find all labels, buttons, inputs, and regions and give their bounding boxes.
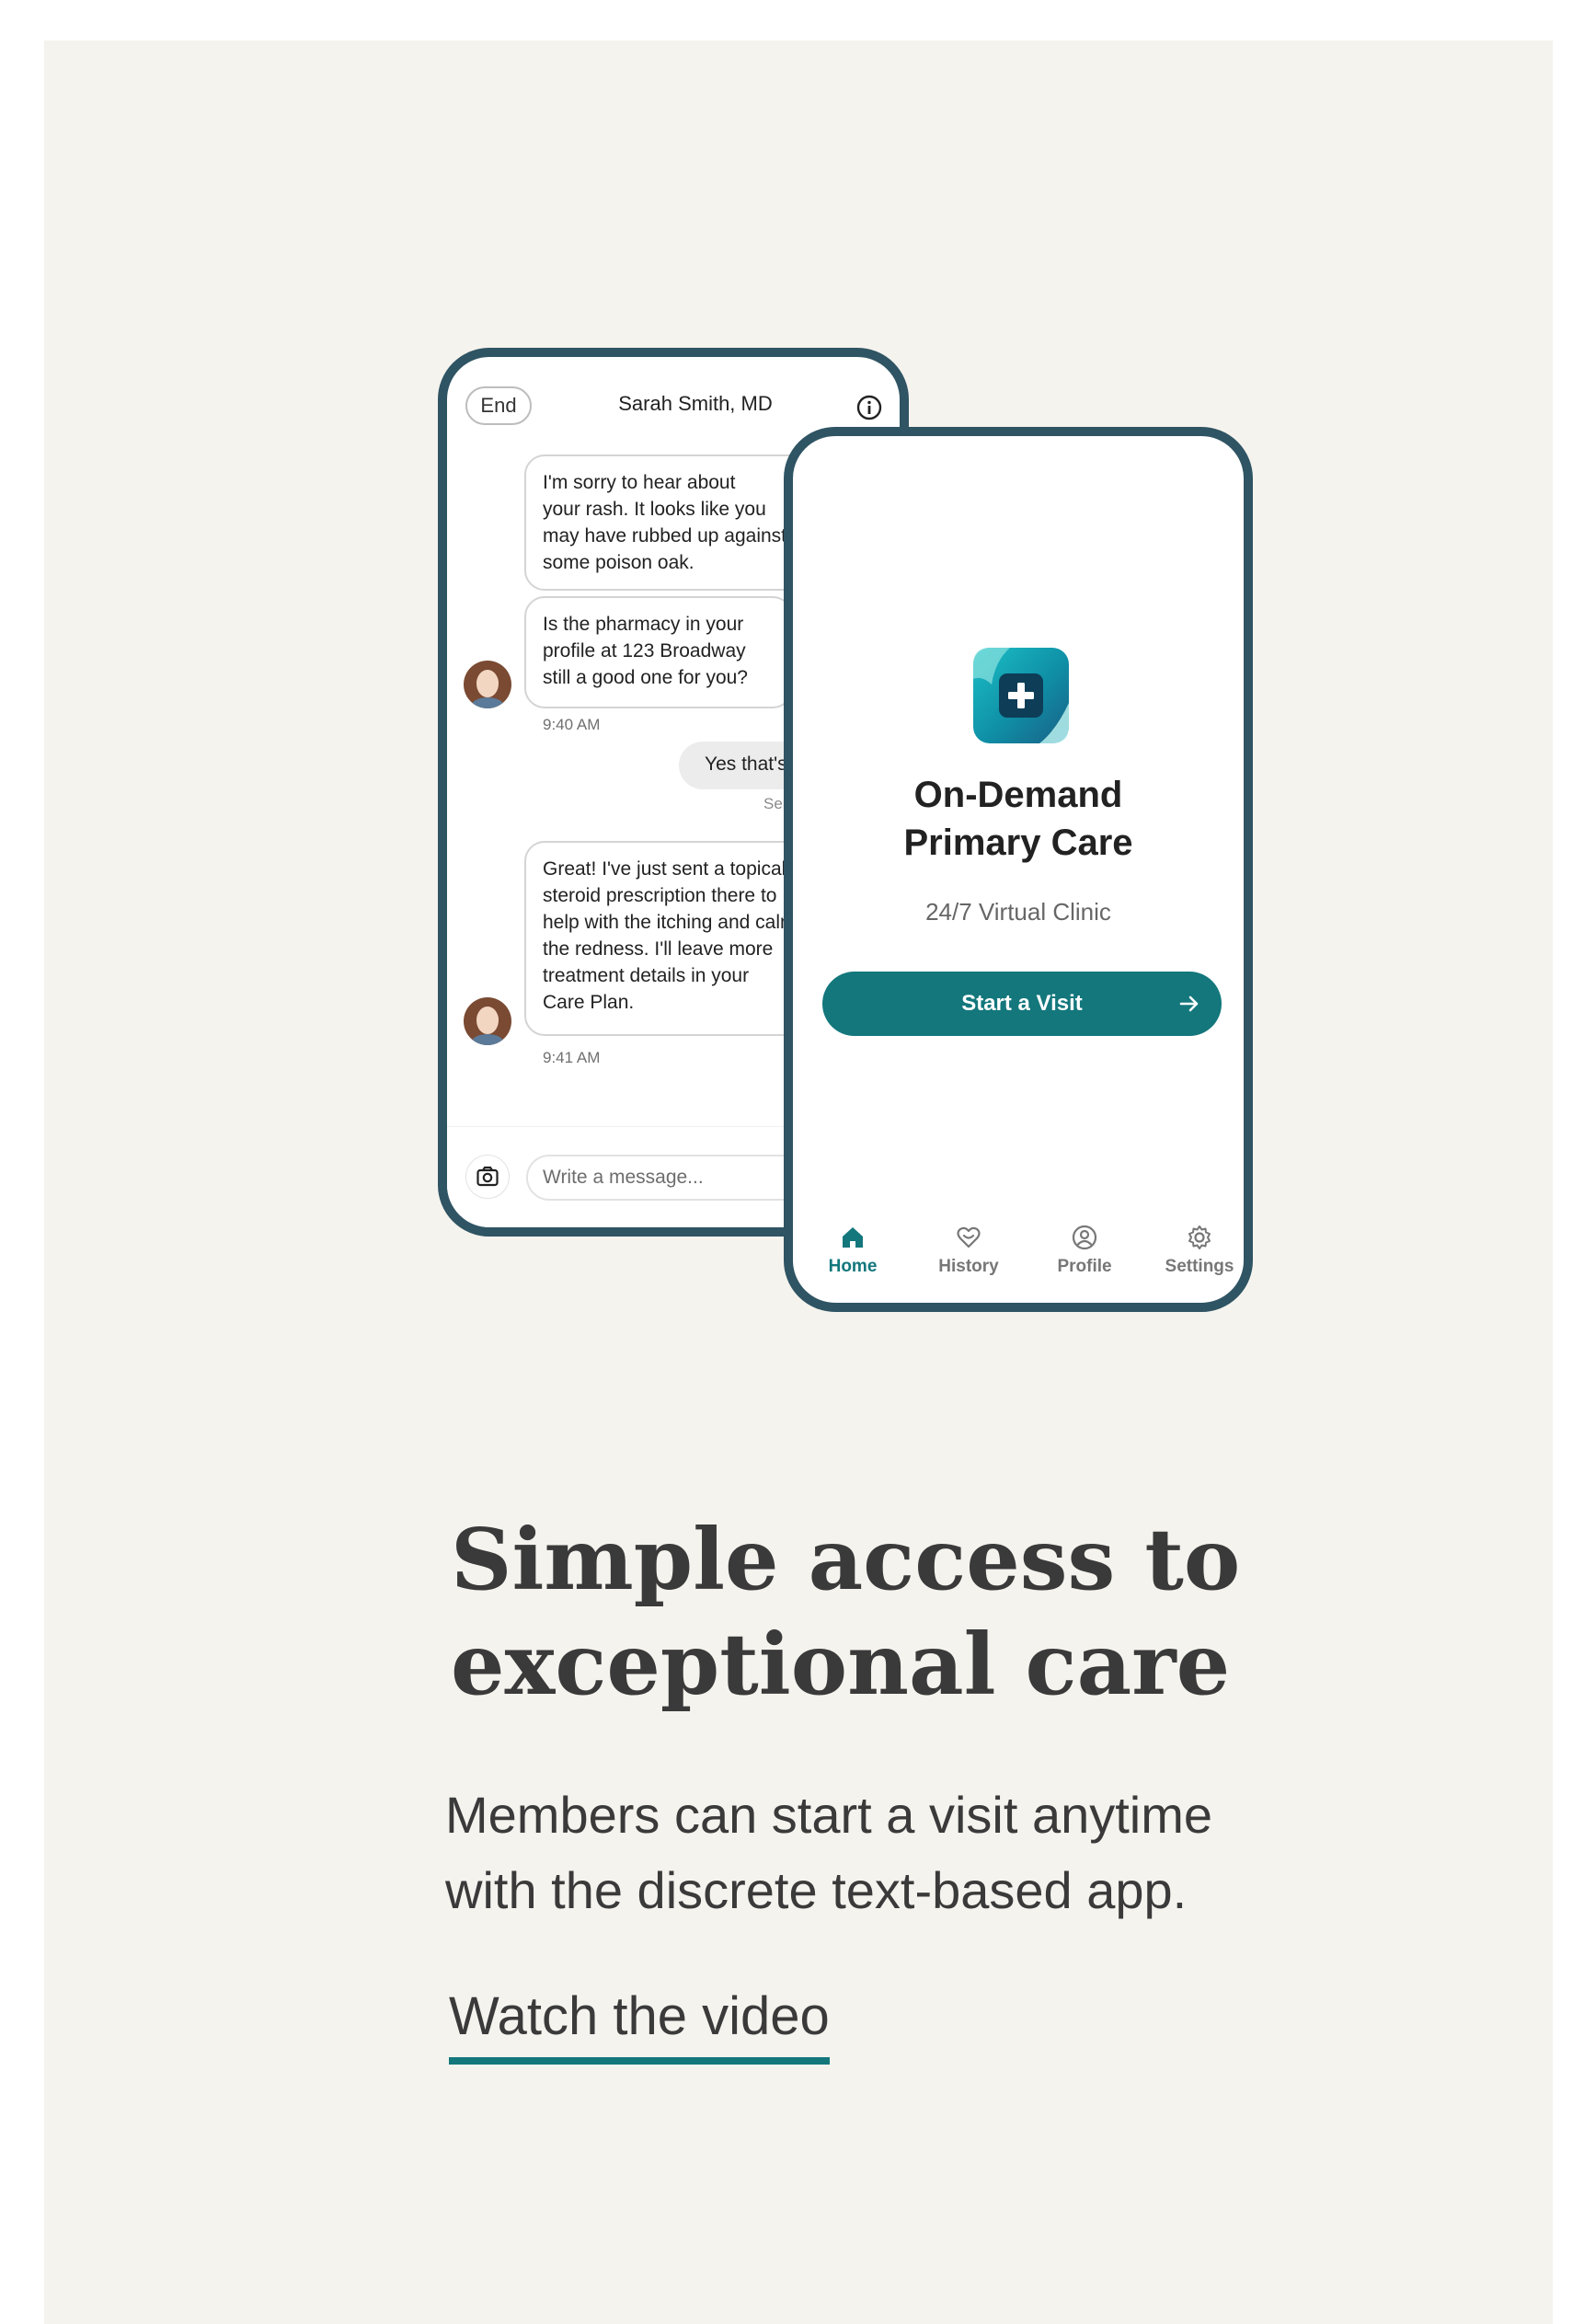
hero-panel: End Sarah Smith, MD I'm sorry to hear ab…: [44, 40, 1553, 2324]
message-line: profile at 123 Broadway: [543, 640, 746, 662]
watch-video-link[interactable]: Watch the video: [449, 1980, 830, 2065]
tab-label: History: [938, 1257, 999, 1276]
app-title-line: On-Demand: [913, 775, 1123, 815]
message-line: some poison oak.: [543, 552, 694, 573]
app-title-line: Primary Care: [903, 823, 1133, 863]
message-line: steroid prescription there to: [543, 885, 777, 906]
tab-label: Home: [828, 1257, 878, 1276]
doctor-message-bubble: Is the pharmacy in your profile at 123 B…: [524, 596, 793, 708]
chat-header: End Sarah Smith, MD: [447, 357, 900, 436]
tab-settings[interactable]: Settings: [1149, 1224, 1244, 1277]
home-phone-mockup: On-Demand Primary Care 24/7 Virtual Clin…: [784, 427, 1253, 1312]
doctor-message-bubble: Great! I've just sent a topical steroid …: [524, 841, 819, 1036]
start-visit-label: Start a Visit: [961, 991, 1083, 1016]
tab-home[interactable]: Home: [802, 1224, 903, 1277]
message-line: Great! I've just sent a topical: [543, 858, 786, 880]
app-title: On-Demand Primary Care: [793, 771, 1244, 867]
doctor-avatar: [464, 661, 511, 708]
message-line: help with the itching and calm: [543, 912, 797, 933]
doctor-message-bubble: I'm sorry to hear about your rash. It lo…: [524, 454, 819, 591]
body-copy-line: with the discrete text-based app.: [445, 1861, 1188, 1919]
bottom-tab-bar: Home History Profile Settings: [793, 1202, 1244, 1303]
headline-line: exceptional care: [451, 1615, 1231, 1714]
app-logo-icon: [973, 648, 1069, 743]
body-copy: Members can start a visit anytime with t…: [445, 1778, 1347, 1928]
arrow-right-icon: [1179, 995, 1199, 1012]
message-timestamp: 9:40 AM: [543, 716, 601, 733]
camera-icon: [476, 1166, 499, 1187]
tab-history[interactable]: History: [918, 1224, 1019, 1277]
message-line: the redness. I'll leave more: [543, 938, 774, 960]
message-line: may have rubbed up against: [543, 525, 787, 546]
doctor-name: Sarah Smith, MD: [618, 392, 773, 415]
message-line: Is the pharmacy in your: [543, 614, 744, 635]
message-line: treatment details in your: [543, 965, 750, 986]
end-chat-button[interactable]: End: [465, 386, 532, 425]
tab-label: Settings: [1165, 1257, 1234, 1276]
info-icon[interactable]: [855, 394, 883, 421]
body-copy-line: Members can start a visit anytime: [445, 1786, 1213, 1844]
home-icon: [843, 1227, 863, 1248]
tab-profile[interactable]: Profile: [1034, 1224, 1135, 1277]
user-circle-icon: [1072, 1225, 1097, 1250]
heart-chat-icon: [957, 1226, 981, 1248]
doctor-avatar: [464, 997, 511, 1045]
tab-label: Profile: [1057, 1257, 1112, 1276]
gear-icon: [1188, 1225, 1211, 1249]
message-timestamp: 9:41 AM: [543, 1049, 601, 1066]
app-subtitle: 24/7 Virtual Clinic: [925, 898, 1111, 926]
headline: Simple access to exceptional care: [451, 1507, 1279, 1717]
message-line: I'm sorry to hear about: [543, 472, 736, 493]
message-line: your rash. It looks like you: [543, 499, 766, 520]
message-line: Care Plan.: [543, 992, 635, 1013]
camera-button[interactable]: [465, 1155, 510, 1199]
headline-line: Simple access to: [451, 1510, 1241, 1609]
start-visit-button[interactable]: Start a Visit: [822, 972, 1222, 1036]
message-line: still a good one for you?: [543, 667, 748, 688]
